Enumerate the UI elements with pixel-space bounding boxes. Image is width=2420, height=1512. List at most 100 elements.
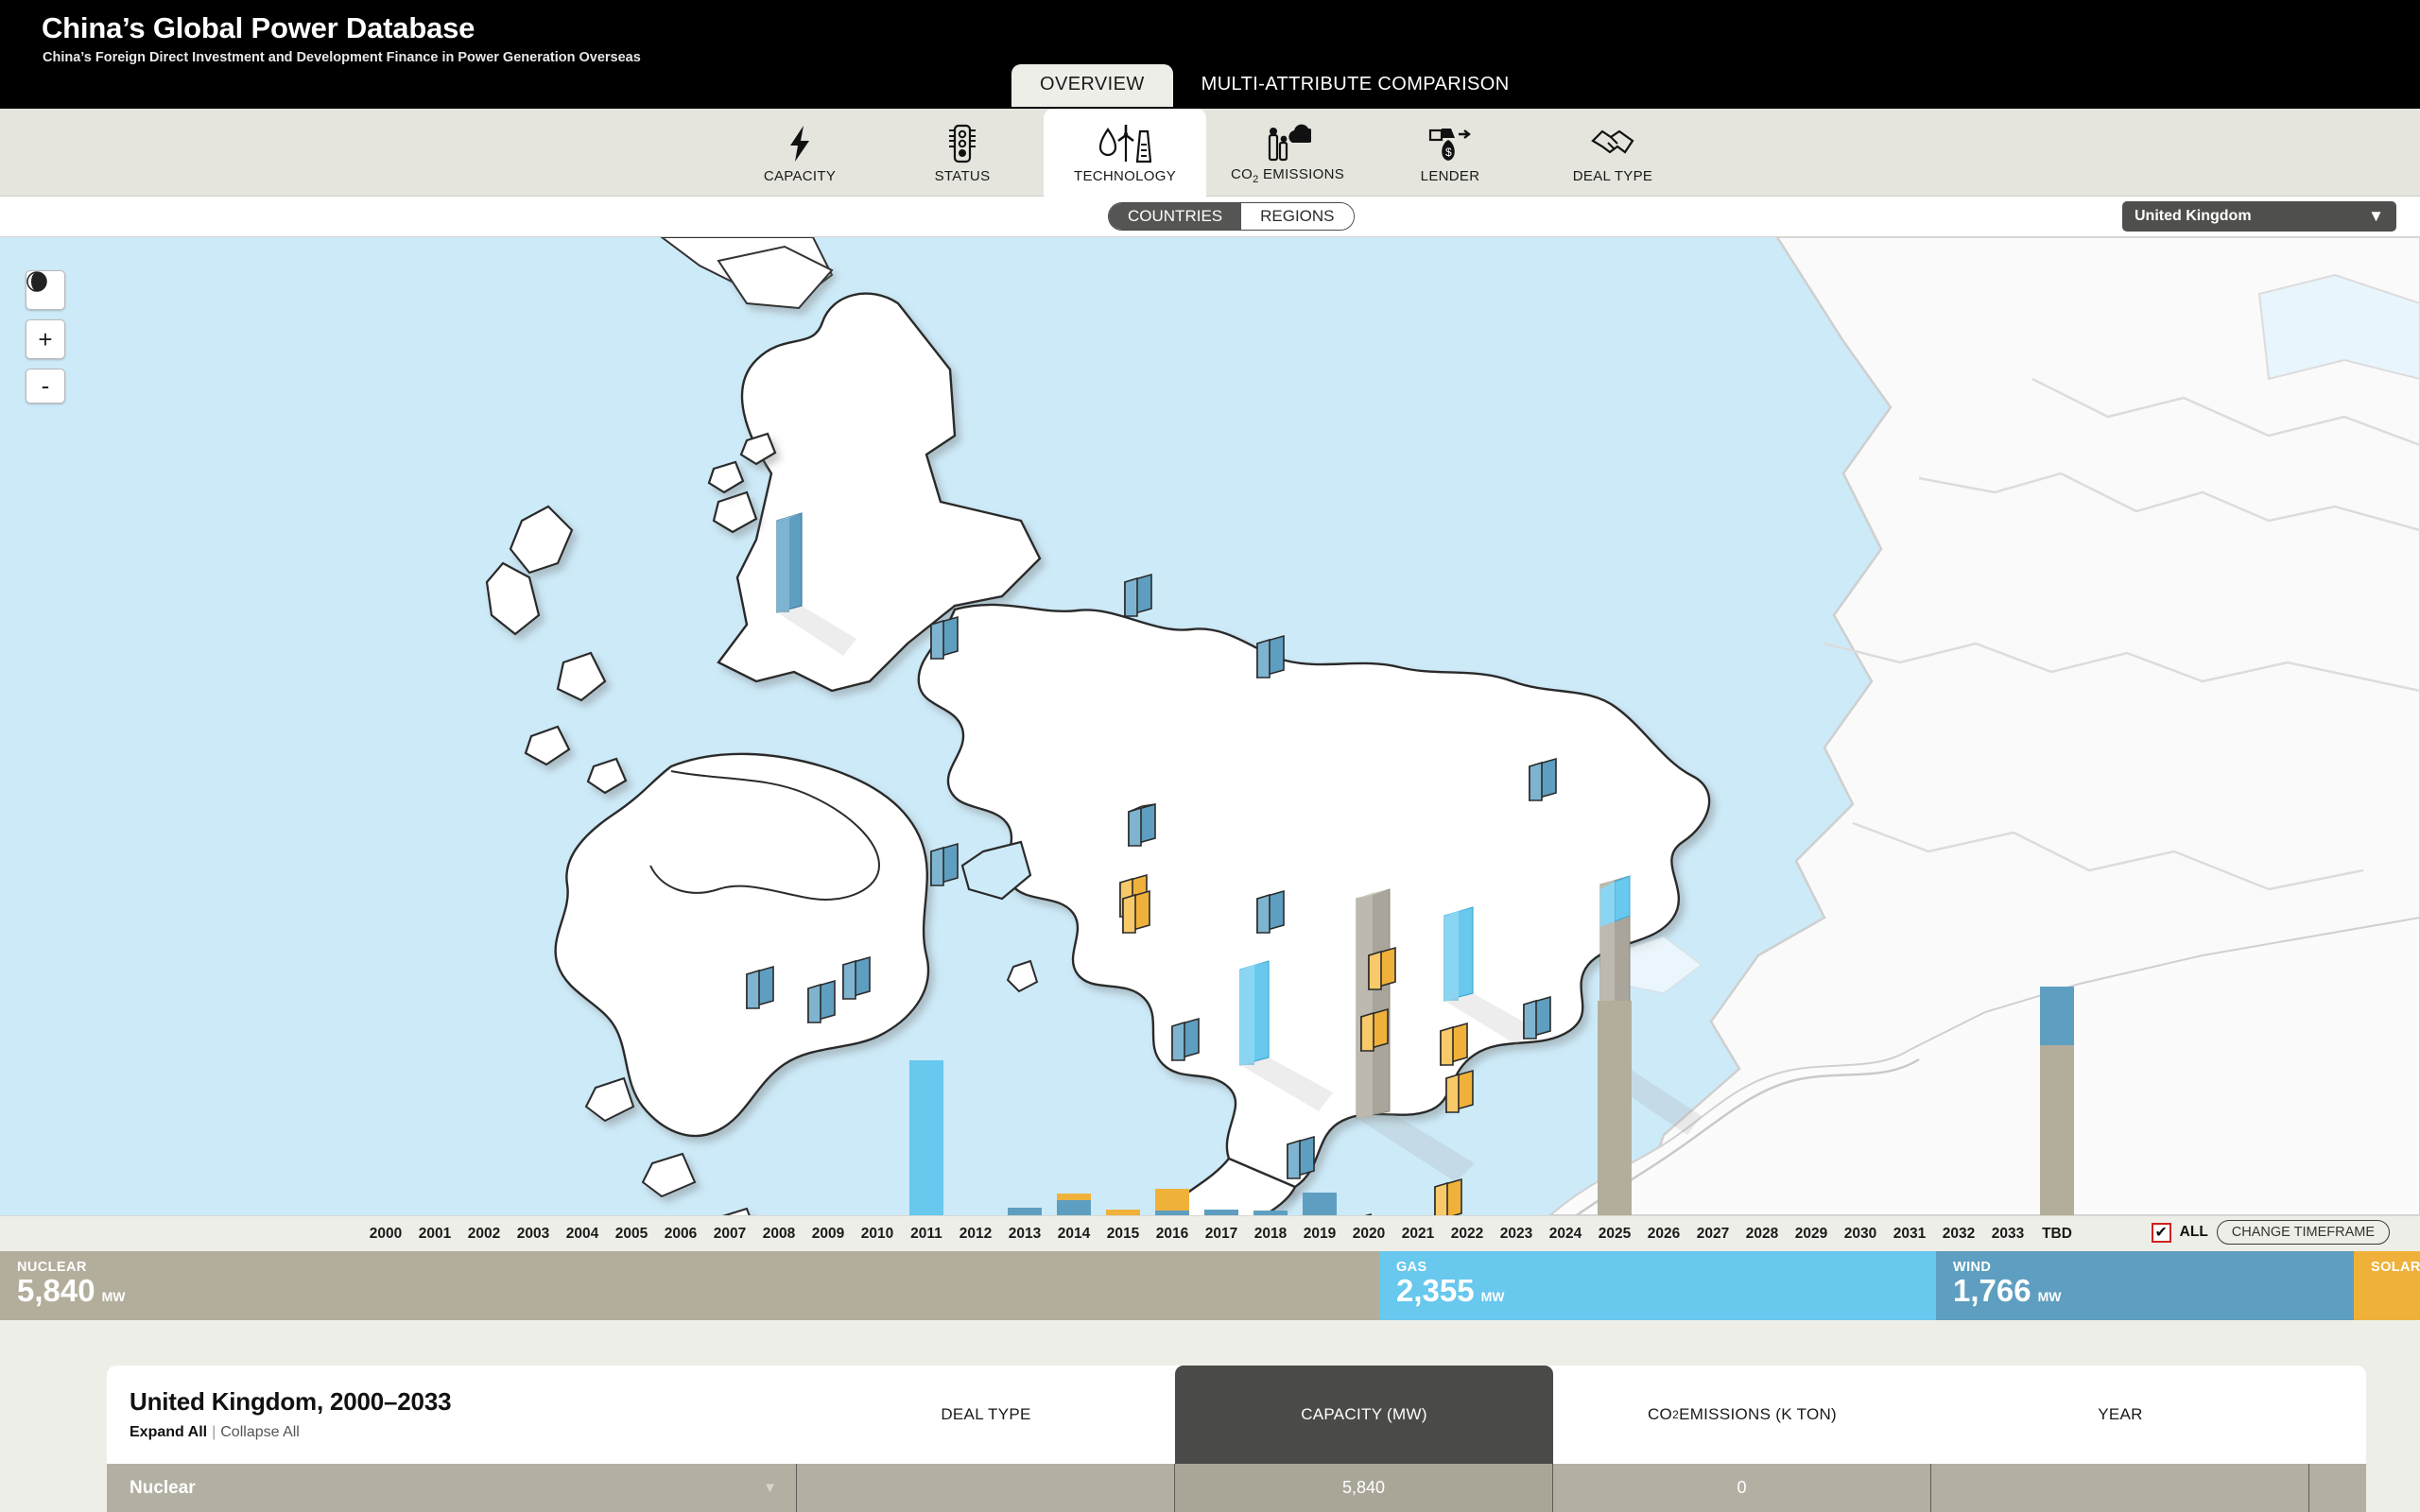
year-tick-2016[interactable]: 2016 [1148,1216,1197,1252]
table-cell-emissions: 0 [1553,1464,1931,1512]
summary-cell-wind[interactable]: WIND 1,766 MW [1936,1251,2354,1320]
timeline-bar-2011[interactable] [909,1059,943,1215]
detail-table-section: United Kingdom, 2000–2033 Expand All | Col… [0,1320,2420,1512]
year-tick-2033[interactable]: 2033 [1983,1216,2032,1252]
column-header-co2-emissions-k-ton[interactable]: CO 2 EMISSIONS (K TON) [1553,1366,1931,1464]
year-tick-2005[interactable]: 2005 [607,1216,656,1252]
year-tick-2002[interactable]: 2002 [459,1216,509,1252]
column-header-capacity-mw[interactable]: CAPACITY (MW) [1175,1366,1553,1464]
toolbar-label-deal-type: DEAL TYPE [1572,167,1653,184]
summary-cell-gas[interactable]: GAS 2,355 MW [1379,1251,1936,1320]
year-tick-2025[interactable]: 2025 [1590,1216,1639,1252]
year-tick-2008[interactable]: 2008 [754,1216,804,1252]
toolbar-label-capacity: CAPACITY [763,167,837,184]
row-expand-caret-icon[interactable]: ▼ [763,1480,777,1496]
change-timeframe-button[interactable]: CHANGE TIMEFRAME [2216,1220,2390,1245]
summary-cell-nuclear[interactable]: NUCLEAR 5,840 MW [0,1251,1379,1320]
timeline-segment-wind [1303,1192,1337,1215]
toolbar-item-co2-emissions[interactable]: CO2 EMISSIONS [1206,109,1369,197]
year-tick-TBD[interactable]: TBD [2032,1216,2082,1252]
summary-cell-solar[interactable]: SOLAR [2354,1251,2420,1320]
toolbar-label-co2-emissions: CO2 EMISSIONS [1230,166,1345,185]
collapse-all-link[interactable]: Collapse All [220,1424,300,1440]
toolbar-item-status[interactable]: STATUS [881,109,1044,197]
year-tick-2029[interactable]: 2029 [1787,1216,1836,1252]
toolbar-label-status: STATUS [934,167,991,184]
selector-row: COUNTRIES REGIONS United Kingdom ▼ [0,197,2420,237]
toolbar-item-technology[interactable]: TECHNOLOGY [1044,109,1206,197]
timeline-segment-wind [2040,987,2074,1046]
table-body: Nuclear ▼ 5,840 0 [107,1464,2366,1512]
year-tick-2017[interactable]: 2017 [1197,1216,1246,1252]
zoom-out-button[interactable]: - [26,369,65,404]
summary-unit-wind: MW [2037,1289,2062,1304]
timeline-bar-2019[interactable] [1303,1192,1337,1215]
year-tick-2000[interactable]: 2000 [361,1216,410,1252]
year-tick-2018[interactable]: 2018 [1246,1216,1295,1252]
main-tabs: OVERVIEW MULTI-ATTRIBUTE COMPARISON [1011,64,1538,107]
year-tick-2001[interactable]: 2001 [410,1216,459,1252]
tab-multi-attribute-comparison[interactable]: MULTI-ATTRIBUTE COMPARISON [1173,64,1538,107]
year-tick-2023[interactable]: 2023 [1492,1216,1541,1252]
timeline-bar-chart[interactable] [0,970,2420,1215]
traffic-light-icon [946,122,978,165]
year-tick-2014[interactable]: 2014 [1049,1216,1098,1252]
year-tick-2022[interactable]: 2022 [1443,1216,1492,1252]
country-dropdown[interactable]: United Kingdom ▼ [2122,201,2396,232]
year-tick-2020[interactable]: 2020 [1344,1216,1393,1252]
money-bag-arrow-icon: $ [1428,122,1472,165]
year-tick-2032[interactable]: 2032 [1934,1216,1983,1252]
year-tick-2015[interactable]: 2015 [1098,1216,1148,1252]
toolbar-item-lender[interactable]: $ LENDER [1369,109,1531,197]
segment-regions[interactable]: REGIONS [1241,203,1354,230]
year-tick-2007[interactable]: 2007 [705,1216,754,1252]
toolbar-item-deal-type[interactable]: DEAL TYPE [1531,109,1694,197]
year-tick-list: 2000 2001 2002 2003 2004 2005 2006 2007 2008 2009… [361,1216,2082,1252]
chevron-down-icon: ▼ [2368,207,2384,225]
year-tick-2024[interactable]: 2024 [1541,1216,1590,1252]
table-cell-deal-type [797,1464,1175,1512]
column-header-year[interactable]: YEAR [1931,1366,2309,1464]
expand-all-link[interactable]: Expand All [130,1424,207,1440]
links-separator: | [212,1424,216,1440]
year-tick-2012[interactable]: 2012 [951,1216,1000,1252]
year-tick-2013[interactable]: 2013 [1000,1216,1049,1252]
year-tick-2028[interactable]: 2028 [1737,1216,1787,1252]
year-tick-2004[interactable]: 2004 [558,1216,607,1252]
year-tick-2011[interactable]: 2011 [902,1216,951,1252]
year-tick-2003[interactable]: 2003 [509,1216,558,1252]
svg-text:$: $ [1445,146,1452,159]
table-row[interactable]: Nuclear ▼ 5,840 0 [107,1464,2366,1512]
summary-value-gas: 2,355 MW [1396,1273,1505,1308]
segment-countries[interactable]: COUNTRIES [1109,203,1242,230]
all-years-checkbox[interactable]: ✔ [2151,1222,2171,1243]
timeline-bar-2025[interactable] [1598,1000,1632,1215]
table-row-name[interactable]: Nuclear ▼ [107,1464,797,1512]
timeline-bar-2014[interactable] [1057,1193,1091,1215]
toolbar-item-capacity[interactable]: CAPACITY [718,109,881,197]
year-tick-2006[interactable]: 2006 [656,1216,705,1252]
year-tick-2019[interactable]: 2019 [1295,1216,1344,1252]
year-tick-2031[interactable]: 2031 [1885,1216,1934,1252]
year-tick-2009[interactable]: 2009 [804,1216,853,1252]
summary-name-gas: GAS [1396,1260,1427,1275]
map-canvas[interactable]: + - [0,237,2420,1215]
zoom-in-button[interactable]: + [26,319,65,359]
globe-icon[interactable] [26,270,65,310]
column-header-deal-type[interactable]: DEAL TYPE [797,1366,1175,1464]
detail-title: United Kingdom, 2000–2033 [130,1387,452,1416]
year-tick-2026[interactable]: 2026 [1639,1216,1688,1252]
timeline-bar-2013[interactable] [1008,1207,1042,1215]
timeline-segment-gas [909,1059,943,1215]
country-dropdown-value: United Kingdom [2135,208,2252,224]
page-subtitle: China’s Foreign Direct Investment and De… [43,50,641,65]
year-tick-2010[interactable]: 2010 [853,1216,902,1252]
year-tick-2021[interactable]: 2021 [1393,1216,1443,1252]
tab-overview[interactable]: OVERVIEW [1011,64,1173,107]
toolbar-label-technology: TECHNOLOGY [1073,167,1176,184]
timeline-bar-2016[interactable] [1155,1189,1189,1215]
year-tick-2030[interactable]: 2030 [1836,1216,1885,1252]
year-tick-2027[interactable]: 2027 [1688,1216,1737,1252]
table-column-headers: DEAL TYPE CAPACITY (MW) CO 2 EMISSIONS (K T… [797,1366,2309,1464]
timeline-bar-TBD[interactable] [2040,987,2074,1215]
